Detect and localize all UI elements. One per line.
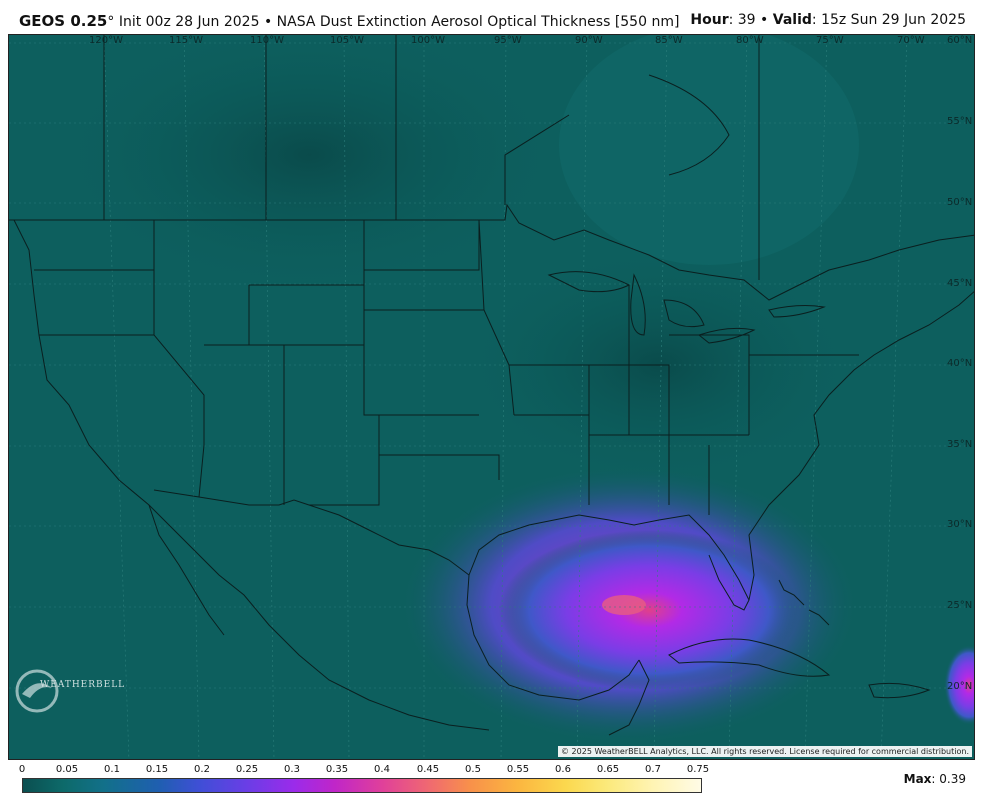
lat-label-60n: 60°N bbox=[947, 35, 973, 46]
lat-label-40n: 40°N bbox=[947, 358, 973, 369]
legend-tick: 0.5 bbox=[465, 764, 481, 775]
max-number: : 0.39 bbox=[931, 772, 966, 786]
lon-label-110w: 110°W bbox=[250, 35, 284, 46]
colorbar bbox=[22, 778, 702, 793]
valid-value: : 15z Sun 29 Jun 2025 bbox=[811, 12, 966, 28]
lon-label-85w: 85°W bbox=[655, 35, 683, 46]
lat-label-45n: 45°N bbox=[947, 278, 973, 289]
valid-label: Valid bbox=[772, 12, 812, 28]
color-legend: 0 0.05 0.1 0.15 0.2 0.25 0.3 0.35 0.4 0.… bbox=[18, 764, 709, 804]
lon-label-120w: 120°W bbox=[89, 35, 123, 46]
lon-label-95w: 95°W bbox=[494, 35, 522, 46]
dust-max bbox=[602, 595, 646, 615]
copyright-notice: © 2025 WeatherBELL Analytics, LLC. All r… bbox=[558, 746, 972, 757]
logo-text: WEATHERBELL bbox=[40, 680, 126, 690]
lat-label-35n: 35°N bbox=[947, 439, 973, 450]
legend-tick: 0.65 bbox=[596, 764, 620, 775]
hour-label: Hour bbox=[690, 12, 729, 28]
max-value: Max: 0.39 bbox=[904, 772, 966, 786]
lon-label-105w: 105°W bbox=[330, 35, 364, 46]
lat-label-20n: 20°N bbox=[947, 681, 973, 692]
lat-label-30n: 30°N bbox=[947, 519, 973, 530]
product-name: NASA Dust Extinction Aerosol Optical Thi… bbox=[276, 14, 680, 30]
lon-label-70w: 70°W bbox=[897, 35, 925, 46]
lat-label-50n: 50°N bbox=[947, 197, 973, 208]
legend-tick: 0 bbox=[18, 764, 26, 775]
legend-tick: 0.45 bbox=[416, 764, 440, 775]
legend-tick: 0.25 bbox=[235, 764, 259, 775]
lon-label-75w: 75°W bbox=[816, 35, 844, 46]
legend-tick: 0.7 bbox=[645, 764, 661, 775]
legend-tick: 0.1 bbox=[104, 764, 120, 775]
hour-value: : 39 bbox=[728, 12, 756, 28]
dust-plume-core bbox=[499, 530, 799, 690]
init-time: Init 00z 28 Jun 2025 bbox=[118, 14, 260, 30]
lat-label-55n: 55°N bbox=[947, 116, 973, 127]
separator: • bbox=[263, 14, 273, 30]
lon-label-115w: 115°W bbox=[169, 35, 203, 46]
map-svg bbox=[9, 35, 974, 759]
lon-label-100w: 100°W bbox=[411, 35, 445, 46]
lon-label-90w: 90°W bbox=[575, 35, 603, 46]
moderate-aod-region bbox=[559, 35, 859, 265]
legend-tick: 0.3 bbox=[284, 764, 300, 775]
legend-tick: 0.75 bbox=[686, 764, 710, 775]
model-name: GEOS 0.25 bbox=[19, 12, 108, 30]
lon-label-80w: 80°W bbox=[736, 35, 764, 46]
map-panel: 120°W 115°W 110°W 105°W 100°W 95°W 90°W … bbox=[8, 34, 975, 760]
weatherbell-logo: WEATHERBELL bbox=[12, 666, 124, 716]
legend-tick: 0.2 bbox=[194, 764, 210, 775]
legend-tick: 0.4 bbox=[374, 764, 390, 775]
title-left: GEOS 0.25° Init 00z 28 Jun 2025 • NASA D… bbox=[19, 12, 679, 30]
logo-swirl-icon bbox=[15, 669, 59, 713]
max-label: Max bbox=[903, 772, 932, 786]
legend-tick: 0.55 bbox=[506, 764, 530, 775]
lat-label-25n: 25°N bbox=[947, 600, 973, 611]
legend-tick: 0.6 bbox=[555, 764, 571, 775]
legend-tick: 0.15 bbox=[145, 764, 169, 775]
header: GEOS 0.25° Init 00z 28 Jun 2025 • NASA D… bbox=[0, 0, 984, 34]
legend-tick: 0.05 bbox=[55, 764, 79, 775]
legend-tick: 0.35 bbox=[325, 764, 349, 775]
title-right: Hour: 39 • Valid: 15z Sun 29 Jun 2025 bbox=[690, 12, 966, 28]
separator-2: • bbox=[760, 12, 769, 28]
degree-symbol: ° bbox=[107, 14, 115, 30]
